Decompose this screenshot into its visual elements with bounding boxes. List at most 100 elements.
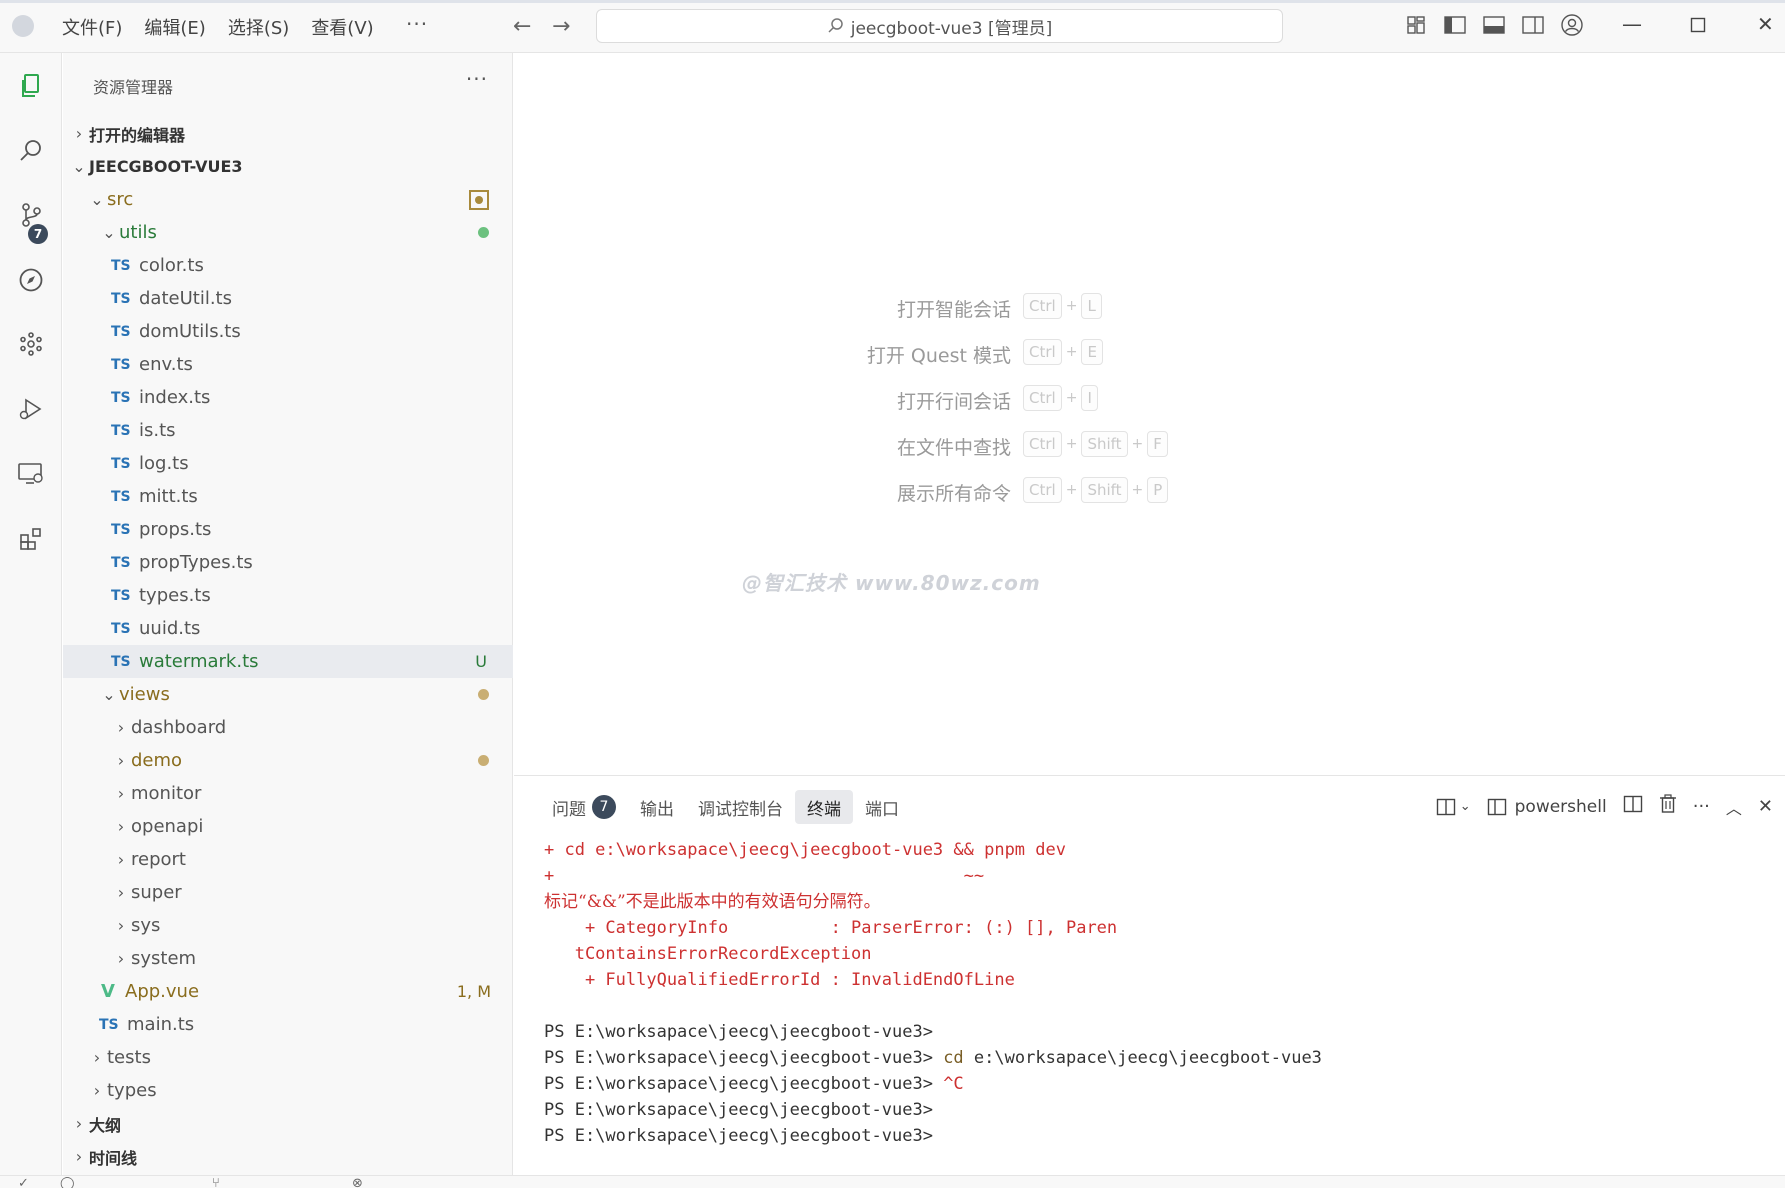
file-tree: › 打开的编辑器 ⌄ JEECGBOOT-VUE3 ⌄ src ⌄ utils … — [63, 117, 513, 1173]
customize-layout-icon[interactable] — [1404, 13, 1428, 37]
ai-agent-icon[interactable] — [14, 327, 48, 361]
title-bar-accent-line — [0, 0, 1785, 3]
problems-status-icon[interactable]: ⊗ — [352, 1176, 363, 1188]
file-name: log.ts — [139, 453, 189, 474]
back-arrow-icon[interactable]: ← — [513, 14, 531, 39]
terminal-line: + FullyQualifiedErrorId : InvalidEndOfLi… — [544, 970, 1015, 990]
git-modified-dot-icon — [478, 685, 489, 704]
more-actions-icon[interactable]: ··· — [1693, 796, 1710, 817]
tab-output[interactable]: 输出 — [628, 790, 686, 824]
account-icon[interactable] — [1560, 13, 1584, 37]
sidebar-more-icon[interactable]: ··· — [466, 67, 488, 91]
keycap: P — [1147, 477, 1169, 503]
close-panel-icon[interactable]: ✕ — [1758, 796, 1773, 817]
explorer-icon[interactable] — [14, 69, 48, 103]
search-icon — [828, 18, 843, 33]
tab-debug-console[interactable]: 调试控制台 — [686, 790, 795, 824]
tab-problems[interactable]: 问题 7 — [540, 790, 628, 824]
file-main-ts[interactable]: TS main.ts — [63, 1008, 513, 1041]
section-open-editors[interactable]: › 打开的编辑器 — [63, 117, 513, 150]
file-item[interactable]: TS color.ts — [63, 249, 513, 282]
section-outline[interactable]: › 大纲 — [63, 1107, 513, 1140]
shortcut-keys: Ctrl + Shift + F — [1023, 431, 1168, 457]
menu-more-icon[interactable]: ··· — [406, 12, 428, 36]
folder-views[interactable]: ⌄ views — [63, 678, 513, 711]
chevron-right-icon: › — [117, 784, 125, 803]
toggle-secondary-sidebar-icon[interactable] — [1521, 13, 1545, 37]
folder-item[interactable]: › super — [63, 876, 513, 909]
account-status-icon[interactable]: ◯ — [60, 1176, 75, 1188]
file-item[interactable]: TS env.ts — [63, 348, 513, 381]
shell-name: powershell — [1514, 796, 1607, 817]
folder-item[interactable]: › openapi — [63, 810, 513, 843]
close-window-icon[interactable]: ✕ — [1757, 12, 1774, 36]
file-item[interactable]: TS props.ts — [63, 513, 513, 546]
folder-utils[interactable]: ⌄ utils — [63, 216, 513, 249]
shortcut-label: 在文件中查找 — [896, 437, 1011, 459]
folder-types[interactable]: › types — [63, 1074, 513, 1107]
file-item[interactable]: TS is.ts — [63, 414, 513, 447]
folder-item[interactable]: › sys — [63, 909, 513, 942]
terminal-line: + ~~ — [544, 866, 985, 886]
menu-selection[interactable]: 选择(S) — [228, 14, 289, 40]
file-item[interactable]: TS domUtils.ts — [63, 315, 513, 348]
folder-item[interactable]: › monitor — [63, 777, 513, 810]
file-item[interactable]: TS log.ts — [63, 447, 513, 480]
split-terminal-icon[interactable] — [1623, 794, 1643, 819]
folder-item[interactable]: › system — [63, 942, 513, 975]
file-item[interactable]: TS mitt.ts — [63, 480, 513, 513]
terminal-output[interactable]: + cd e:\worksapace\jeecg\jeecgboot-vue3 … — [544, 837, 1322, 1149]
chevron-right-icon: › — [117, 751, 125, 770]
tab-terminal[interactable]: 终端 — [795, 790, 853, 824]
keycap: F — [1147, 431, 1168, 457]
typescript-file-icon: TS — [111, 554, 131, 571]
file-app-vue[interactable]: V App.vue 1, M — [63, 975, 513, 1008]
section-timeline[interactable]: › 时间线 — [63, 1140, 513, 1173]
trash-icon[interactable] — [1659, 794, 1677, 819]
file-item[interactable]: TS uuid.ts — [63, 612, 513, 645]
split-editor-icon — [1436, 798, 1455, 815]
maximize-panel-icon[interactable]: ︿ — [1726, 795, 1742, 819]
file-name: index.ts — [139, 387, 211, 408]
extensions-icon[interactable] — [14, 522, 48, 556]
minimize-icon[interactable]: — — [1622, 12, 1642, 36]
terminal-prompt-line: PS E:\worksapace\jeecg\jeecgboot-vue3> — [544, 1100, 933, 1120]
panel-toolbar: ⌄ powershell ··· ︿ ✕ — [1436, 794, 1773, 819]
command-center-search[interactable]: jeecgboot-vue3 [管理员] — [596, 9, 1283, 43]
new-terminal-split-dropdown[interactable]: ⌄ — [1436, 797, 1471, 817]
git-status-untracked: U — [475, 652, 487, 671]
remote-indicator-icon[interactable]: ✓ — [18, 1176, 29, 1188]
status-bar: ✓ ◯ ⑂ ⊗ — [0, 1175, 1785, 1188]
folder-item[interactable]: › report — [63, 843, 513, 876]
git-untracked-dot-icon — [478, 223, 489, 242]
menu-file[interactable]: 文件(F) — [62, 14, 122, 40]
file-watermark[interactable]: TS watermark.ts U — [63, 645, 513, 678]
compass-icon[interactable] — [14, 263, 48, 297]
folder-src[interactable]: ⌄ src — [63, 183, 513, 216]
terminal-shell-selector[interactable]: powershell — [1487, 797, 1607, 817]
file-item[interactable]: TS types.ts — [63, 579, 513, 612]
branch-icon[interactable]: ⑂ — [212, 1176, 220, 1188]
toggle-primary-sidebar-icon[interactable] — [1443, 13, 1467, 37]
search-view-icon[interactable] — [14, 134, 48, 168]
toggle-panel-icon[interactable] — [1482, 13, 1506, 37]
chevron-right-icon: › — [117, 718, 125, 737]
chevron-down-icon: ⌄ — [1459, 799, 1471, 814]
file-item[interactable]: TS dateUtil.ts — [63, 282, 513, 315]
folder-item[interactable]: › dashboard — [63, 711, 513, 744]
folder-tests[interactable]: › tests — [63, 1041, 513, 1074]
file-item[interactable]: TS propTypes.ts — [63, 546, 513, 579]
tab-ports[interactable]: 端口 — [853, 790, 911, 824]
remote-explorer-icon[interactable] — [14, 457, 48, 491]
file-name: mitt.ts — [139, 486, 198, 507]
folder-name: dashboard — [131, 717, 227, 738]
folder-item[interactable]: › demo — [63, 744, 513, 777]
chevron-right-icon: › — [75, 1147, 83, 1166]
menu-edit[interactable]: 编辑(E) — [144, 14, 205, 40]
run-debug-icon[interactable] — [14, 392, 48, 426]
forward-arrow-icon[interactable]: → — [552, 14, 570, 39]
menu-view[interactable]: 查看(V) — [311, 14, 373, 40]
file-item[interactable]: TS index.ts — [63, 381, 513, 414]
maximize-icon[interactable] — [1690, 14, 1706, 38]
section-project-root[interactable]: ⌄ JEECGBOOT-VUE3 — [63, 150, 513, 183]
